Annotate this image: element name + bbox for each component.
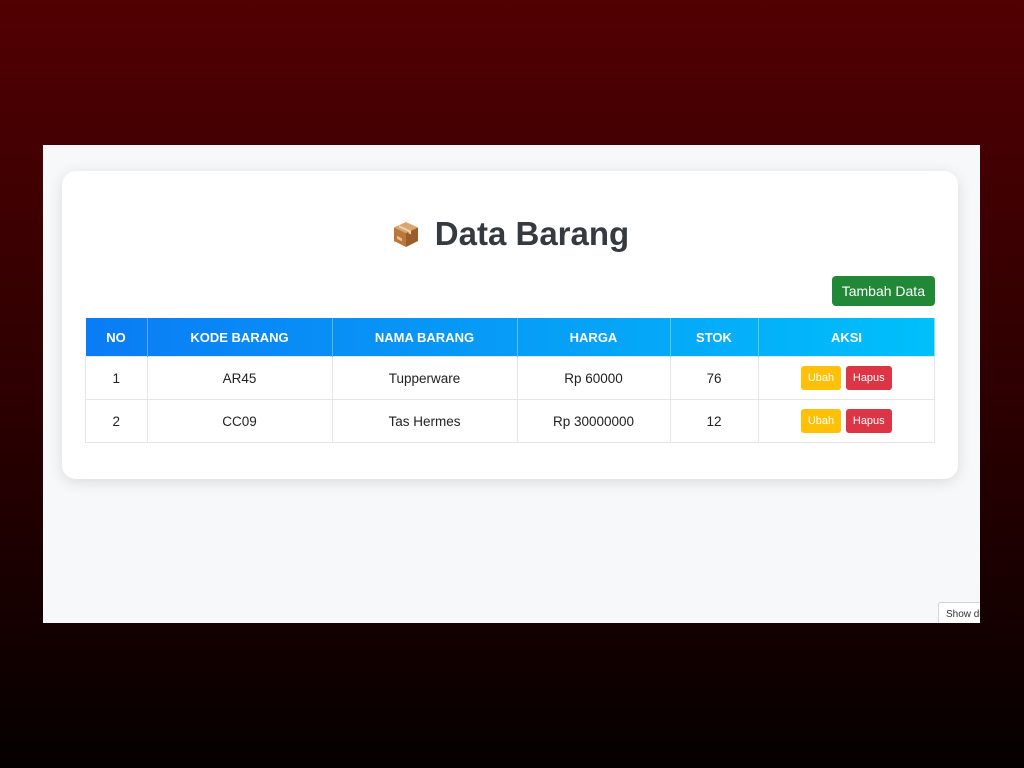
browser-viewport: Data Barang Tambah Data NO KODE BARANG N… (43, 145, 980, 623)
cell-aksi: Ubah Hapus (757, 399, 935, 443)
page-title: Data Barang (434, 215, 630, 252)
show-details-tab[interactable]: Show de (938, 602, 980, 623)
package-box-icon (391, 219, 421, 249)
cell-no: 2 (85, 399, 148, 443)
cell-stok: 76 (669, 356, 759, 400)
cell-harga: Rp 30000000 (516, 399, 671, 443)
column-header-nama-barang: NAMA BARANG (332, 318, 518, 357)
delete-button[interactable]: Hapus (845, 366, 892, 390)
table-row: 2 CC09 Tas Hermes Rp 30000000 12 Ubah Ha… (85, 399, 935, 443)
header-row: NO KODE BARANG NAMA BARANG HARGA STOK AK… (85, 318, 935, 357)
cell-stok: 12 (669, 399, 759, 443)
title-group: Data Barang (391, 215, 629, 253)
column-header-no: NO (85, 318, 148, 357)
content-card: Data Barang Tambah Data NO KODE BARANG N… (62, 171, 958, 479)
cell-harga: Rp 60000 (516, 356, 671, 400)
column-header-aksi: AKSI (830, 329, 863, 345)
page-header: Data Barang (62, 215, 958, 259)
column-header-harga: HARGA (517, 318, 671, 357)
table-header: NO KODE BARANG NAMA BARANG HARGA STOK AK… (85, 318, 935, 357)
table-row: 1 AR45 Tupperware Rp 60000 76 Ubah Hapus (85, 356, 935, 400)
cell-kode-barang: AR45 (146, 356, 333, 400)
add-data-button[interactable]: Tambah Data (831, 276, 935, 306)
edit-button[interactable]: Ubah (800, 409, 842, 433)
cell-no: 1 (85, 356, 148, 400)
delete-button[interactable]: Hapus (845, 409, 892, 433)
cell-aksi: Ubah Hapus (757, 356, 935, 400)
column-header-kode-barang: KODE BARANG (147, 318, 333, 357)
table-body: 1 AR45 Tupperware Rp 60000 76 Ubah Hapus… (85, 356, 935, 443)
cell-nama-barang: Tas Hermes (331, 399, 518, 443)
column-header-stok: STOK (670, 318, 759, 357)
cell-kode-barang: CC09 (146, 399, 333, 443)
edit-button[interactable]: Ubah (800, 366, 842, 390)
cell-nama-barang: Tupperware (331, 356, 518, 400)
items-table: NO KODE BARANG NAMA BARANG HARGA STOK AK… (85, 318, 935, 443)
